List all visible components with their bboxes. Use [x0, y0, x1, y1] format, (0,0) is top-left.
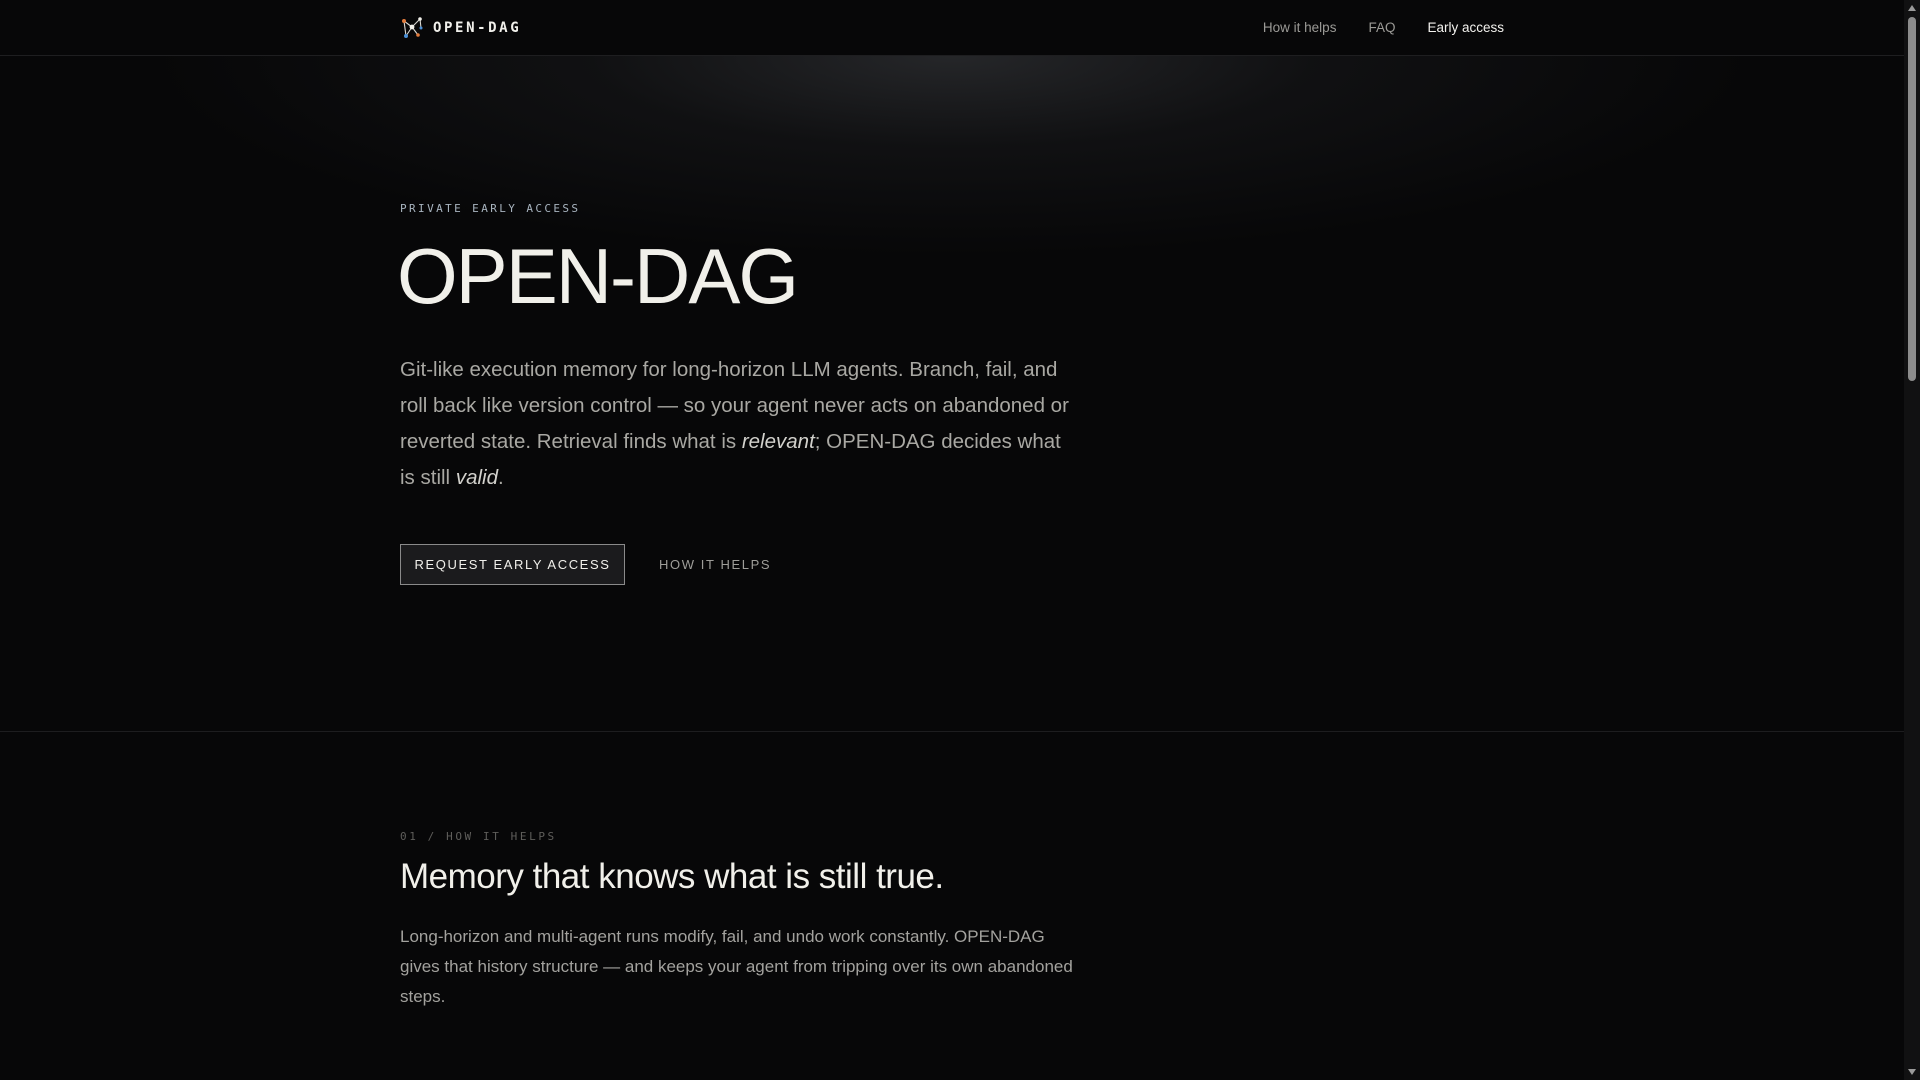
section-description: Long-horizon and multi-agent runs modify… [400, 927, 1073, 1006]
how-it-helps-button[interactable]: HOW IT HELPS [650, 544, 780, 585]
hero-title: OPEN-DAG [397, 232, 799, 320]
hero-description: Git-like execution memory for long-horiz… [400, 352, 1080, 496]
hero-emphasis-valid: valid [455, 466, 498, 489]
nav-link-early-access[interactable]: Early access [1427, 20, 1504, 35]
scrollbar-thumb[interactable] [1908, 17, 1916, 381]
vertical-scrollbar[interactable] [1904, 0, 1920, 1080]
nav-link-how-it-helps[interactable]: How it helps [1263, 20, 1337, 35]
how-it-helps-section: 01 / HOW IT HELPS Memory that knows what… [0, 732, 1904, 1080]
nav-links: How it helps FAQ Early access [1263, 0, 1504, 55]
dag-graph-icon [400, 15, 424, 41]
hero-description-text: . [497, 466, 504, 489]
hero-emphasis-relevant: relevant [741, 430, 815, 453]
nav-link-faq[interactable]: FAQ [1368, 20, 1395, 35]
hero-eyebrow: PRIVATE EARLY ACCESS [400, 202, 581, 215]
top-nav: OPEN-DAG How it helps FAQ Early access [0, 0, 1904, 56]
brand-name: OPEN-DAG [433, 20, 522, 36]
scroll-up-arrow-icon[interactable] [1904, 0, 1920, 16]
hero-section: PRIVATE EARLY ACCESS OPEN-DAG Git-like e… [0, 56, 1904, 732]
request-early-access-button[interactable]: REQUEST EARLY ACCESS [400, 544, 625, 585]
section-kicker: 01 / HOW IT HELPS [400, 830, 557, 843]
page: OPEN-DAG How it helps FAQ Early access P… [0, 0, 1920, 1080]
section-title: Memory that knows what is still true. [400, 857, 944, 896]
scroll-down-arrow-icon[interactable] [1904, 1064, 1920, 1080]
brand-logo-link[interactable]: OPEN-DAG [400, 13, 521, 43]
page-content: OPEN-DAG How it helps FAQ Early access P… [0, 0, 1904, 1080]
